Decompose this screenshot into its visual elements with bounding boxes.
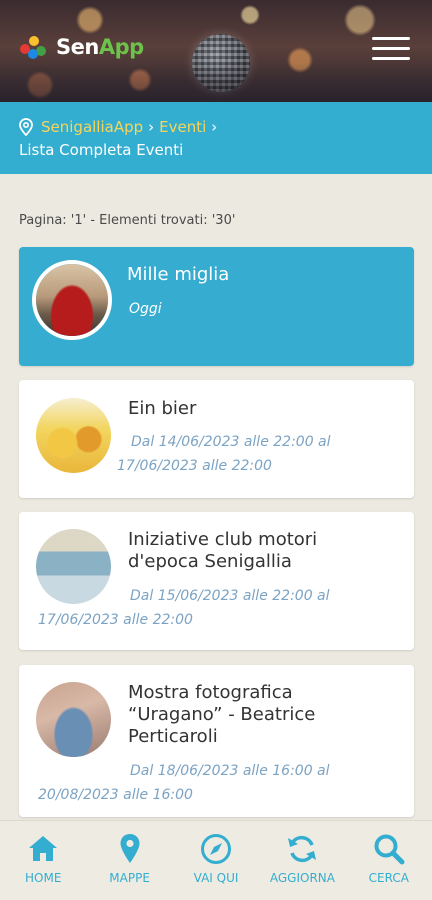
event-date: Dal 15/06/2023 alle 22:00 al 17/06/2023 … <box>38 588 330 628</box>
event-thumbnail <box>32 260 112 340</box>
event-date: Dal 18/06/2023 alle 16:00 al 20/08/2023 … <box>38 763 330 803</box>
nav-aggiorna[interactable]: AGGIORNA <box>259 821 345 900</box>
breadcrumb-separator: › <box>148 118 155 136</box>
map-marker-icon <box>120 834 140 863</box>
nav-mappe[interactable]: MAPPE <box>86 821 172 900</box>
event-date: Oggi <box>129 301 162 317</box>
event-card-ein-bier[interactable]: Ein bier Dal 14/06/2023 alle 22:00 al 17… <box>19 380 414 498</box>
nav-vai-qui-label: VAI QUI <box>193 871 239 885</box>
event-card-mostra-fotografica[interactable]: Mostra fotografica “Uragano” - Beatrice Pe… <box>19 665 414 817</box>
event-thumbnail <box>36 398 111 473</box>
pagination-info: Pagina: '1' - Elementi trovati: '30' <box>19 213 236 228</box>
breadcrumb: SenigalliaApp › Eventi › Lista Completa … <box>0 102 432 174</box>
search-icon <box>374 834 405 865</box>
nav-cerca-label: CERCA <box>368 871 409 885</box>
nav-home-label: HOME <box>25 871 62 885</box>
event-date: Dal 14/06/2023 alle 22:00 al 17/06/2023 … <box>117 434 331 474</box>
nav-aggiorna-label: AGGIORNA <box>269 871 335 885</box>
logo-icon <box>20 34 50 60</box>
nav-cerca[interactable]: CERCA <box>346 821 432 900</box>
breadcrumb-link-eventi[interactable]: Eventi <box>159 118 206 136</box>
header-banner: SenApp <box>0 0 432 102</box>
event-card-mille-miglia[interactable]: Mille miglia Oggi <box>19 247 414 366</box>
senapp-logo[interactable]: SenApp <box>20 34 144 60</box>
event-title: Mostra fotografica “Uragano” - Beatrice Pe… <box>128 682 316 747</box>
event-thumbnail <box>36 682 111 757</box>
event-title: Ein bier <box>128 398 197 419</box>
nav-vai-qui[interactable]: VAI QUI <box>173 821 259 900</box>
refresh-icon <box>288 835 317 863</box>
logo-text-accent: App <box>98 35 144 59</box>
location-pin-icon <box>19 118 33 136</box>
home-icon <box>29 836 58 861</box>
compass-icon <box>201 834 232 864</box>
disco-ball-image <box>192 34 250 92</box>
event-title: Iniziative club motori d'epoca Senigallia <box>128 529 318 572</box>
menu-hamburger-icon[interactable] <box>372 34 410 64</box>
bottom-navigation: HOME MAPPE VAI QUI AGGIORNA CERCA <box>0 820 432 900</box>
nav-mappe-label: MAPPE <box>109 871 150 885</box>
logo-text-main: Sen <box>56 35 99 59</box>
event-card-club-motori[interactable]: Iniziative club motori d'epoca Senigallia… <box>19 512 414 650</box>
nav-home[interactable]: HOME <box>0 821 86 900</box>
event-title: Mille miglia <box>127 264 230 285</box>
breadcrumb-link-senigalliaapp[interactable]: SenigalliaApp <box>41 118 143 136</box>
breadcrumb-separator: › <box>211 118 218 136</box>
breadcrumb-current: Lista Completa Eventi <box>19 141 184 159</box>
